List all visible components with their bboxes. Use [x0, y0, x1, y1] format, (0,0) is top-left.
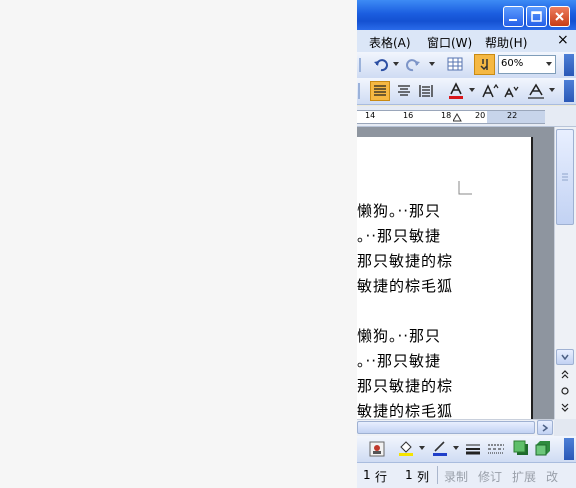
text-line: 。··那只敏捷	[357, 227, 442, 245]
toolbar-edge	[359, 58, 361, 72]
standard-toolbar: 60%	[357, 52, 576, 79]
status-column-number: 1	[405, 468, 413, 482]
scroll-down-button[interactable]	[556, 349, 574, 365]
chevron-right-icon	[542, 423, 548, 432]
font-color-icon[interactable]	[447, 82, 465, 100]
menu-window[interactable]: 窗口(W)	[427, 34, 472, 51]
status-overtype[interactable]: 改	[546, 468, 558, 485]
select-browse-object-button[interactable]	[556, 384, 574, 398]
status-line-label: 行	[375, 470, 388, 484]
ruler-tick: 18	[441, 111, 452, 120]
thumb-grip-icon	[562, 173, 568, 181]
text-line: 那只敏捷的棕	[357, 252, 454, 270]
close-icon	[555, 12, 564, 21]
align-center-icon[interactable]	[396, 83, 412, 99]
status-extend[interactable]: 扩展	[512, 468, 536, 485]
text-line: 那只敏捷的棕	[357, 377, 454, 395]
scroll-right-button[interactable]	[537, 420, 553, 435]
line-color-dropdown-icon[interactable]	[453, 446, 459, 450]
right-indent-marker-icon[interactable]	[453, 113, 462, 122]
font-color-dropdown-icon[interactable]	[469, 88, 475, 92]
zoom-select[interactable]: 60%	[498, 55, 556, 74]
previous-page-button[interactable]	[556, 368, 574, 382]
show-formatting-button[interactable]	[474, 54, 495, 75]
text-line: 懒狗。··那只	[357, 327, 442, 345]
distributed-align-icon[interactable]	[418, 83, 434, 99]
text-line: 。··那只敏捷	[357, 352, 442, 370]
title-bar[interactable]	[357, 0, 576, 30]
zoom-value: 60%	[501, 58, 524, 69]
vertical-scrollbar[interactable]	[554, 127, 576, 419]
status-column-label: 列	[417, 470, 430, 484]
redo-dropdown-icon[interactable]	[429, 62, 435, 66]
menu-table[interactable]: 表格(A)	[369, 34, 411, 51]
menu-bar: 表格(A) 窗口(W) 帮助(H) ×	[357, 30, 576, 52]
shadow-style-icon[interactable]	[513, 440, 529, 456]
double-down-icon	[561, 403, 569, 412]
undo-icon[interactable]	[373, 57, 389, 73]
chevron-down-icon	[561, 354, 569, 360]
document-page[interactable]: 懒狗。··那只 。··那只敏捷 那只敏捷的棕 敏捷的棕毛狐 懒狗。··那只 。·…	[357, 137, 533, 420]
status-divider	[437, 466, 438, 484]
character-spacing-icon[interactable]	[527, 82, 545, 100]
grow-font-icon[interactable]	[481, 82, 499, 100]
drawing-toolbar	[357, 436, 576, 463]
scrollbar-corner	[554, 419, 576, 436]
ruler-tick: 14	[365, 111, 376, 120]
line-style-icon[interactable]	[465, 441, 481, 457]
maximize-button[interactable]	[526, 6, 547, 27]
minimize-icon	[509, 19, 517, 21]
text-line: 懒狗。··那只	[357, 202, 442, 220]
status-bar: 1 行 1 列 录制 修订 扩展 改	[357, 462, 576, 488]
status-track-changes[interactable]: 修订	[478, 468, 502, 485]
ruler-tick: 20	[475, 111, 486, 120]
horizontal-ruler[interactable]: 14 16 18 20 22	[357, 106, 576, 127]
toolbar-edge-2	[358, 83, 360, 99]
zoom-dropdown-icon	[546, 62, 552, 66]
shrink-font-icon[interactable]	[503, 83, 519, 99]
paragraph-mark-icon	[480, 59, 488, 71]
line-color-icon[interactable]	[431, 439, 449, 457]
spacing-dropdown-icon[interactable]	[549, 88, 555, 92]
next-page-button[interactable]	[556, 400, 574, 414]
status-record[interactable]: 录制	[444, 468, 468, 485]
vertical-scroll-thumb[interactable]	[556, 129, 574, 225]
fill-color-dropdown-icon[interactable]	[419, 446, 425, 450]
maximize-icon	[531, 11, 542, 22]
insert-picture-icon[interactable]	[369, 441, 385, 457]
minimize-button[interactable]	[503, 6, 524, 27]
fill-color-icon[interactable]	[397, 439, 415, 457]
double-up-icon	[561, 370, 569, 379]
word-window: 表格(A) 窗口(W) 帮助(H) × 60% 14 16 18 20 22 懒…	[357, 0, 576, 488]
redo-icon[interactable]	[405, 57, 421, 73]
align-justify-icon	[374, 85, 386, 96]
justify-button[interactable]	[370, 81, 390, 101]
status-line-number: 1	[363, 468, 371, 482]
drawing-options-icon[interactable]	[564, 438, 574, 460]
text-line: 敏捷的棕毛狐	[357, 277, 454, 295]
3d-style-icon[interactable]	[535, 440, 551, 456]
toolbar-options-icon[interactable]	[564, 54, 574, 76]
circle-icon	[561, 387, 569, 395]
ruler-tick: 22	[507, 111, 518, 120]
document-area: 懒狗。··那只 。··那只敏捷 那只敏捷的棕 敏捷的棕毛狐 懒狗。··那只 。·…	[357, 127, 554, 420]
dash-style-icon[interactable]	[487, 441, 505, 457]
close-window-button[interactable]	[549, 6, 570, 27]
insert-table-icon[interactable]	[447, 56, 463, 72]
ruler-tick: 16	[403, 111, 414, 120]
menu-help[interactable]: 帮助(H)	[485, 34, 527, 51]
horizontal-scroll-thumb[interactable]	[357, 421, 535, 434]
horizontal-scrollbar[interactable]	[357, 419, 554, 436]
formatting-options-icon[interactable]	[564, 80, 574, 102]
text-line: 敏捷的棕毛狐	[357, 402, 454, 420]
formatting-toolbar	[357, 78, 576, 105]
close-document-button[interactable]: ×	[557, 32, 569, 48]
undo-dropdown-icon[interactable]	[393, 62, 399, 66]
margin-corner-mark	[458, 181, 472, 195]
